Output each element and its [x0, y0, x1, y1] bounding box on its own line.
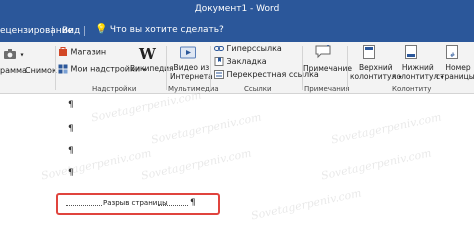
online-video-button[interactable]	[180, 46, 196, 59]
bookmark-icon	[214, 57, 224, 66]
ribbon-insert: ▾ рамма Снимок ▾ Магазин Мои надстройки …	[0, 42, 474, 94]
watermark: Sovetagerpeniv.com	[329, 110, 443, 147]
hyperlink-button[interactable]: Гиперссылка	[214, 44, 282, 53]
group-separator	[210, 46, 211, 90]
pictures-label: рамма	[0, 66, 27, 75]
page-number-icon: #	[446, 45, 458, 59]
lightbulb-icon: 💡	[95, 24, 108, 35]
page-number-button[interactable]: #	[446, 45, 458, 59]
paragraph-mark: ¶	[68, 100, 74, 110]
footer-button[interactable]	[405, 45, 417, 59]
camera-icon	[4, 49, 16, 59]
chevron-down-icon: ▾	[20, 51, 24, 59]
group-separator	[55, 46, 56, 90]
paragraph-mark: ¶	[68, 146, 74, 156]
watermark: Sovetagerpeniv.com	[39, 146, 153, 183]
store-button[interactable]: Магазин	[58, 47, 106, 57]
online-video-label: Видео из Интернета	[170, 63, 213, 81]
new-comment-button[interactable]	[315, 45, 331, 59]
cross-reference-icon	[214, 70, 224, 79]
group-separator	[347, 46, 348, 90]
watermark: Sovetagerpeniv.com	[149, 110, 263, 147]
group-separator	[166, 46, 167, 90]
tab-view[interactable]: Вид	[62, 26, 80, 36]
page-break-highlight: Разрыв страницы ¶	[56, 193, 220, 215]
addins-icon	[58, 64, 68, 74]
tab-separator	[84, 26, 85, 36]
tell-me-box[interactable]: 💡 Что вы хотите сделать?	[95, 24, 224, 35]
screenshot-button[interactable]: ▾	[0, 48, 24, 60]
group-headerfooter-label: Колонтиту	[392, 85, 432, 93]
hyperlink-icon	[214, 46, 224, 51]
wikipedia-icon[interactable]: W	[139, 45, 156, 63]
tell-me-label: Что вы хотите сделать?	[109, 25, 224, 35]
svg-text:#: #	[450, 52, 455, 59]
tab-separator	[52, 26, 53, 36]
document-page[interactable]: Sovetagerpeniv.com Sovetagerpeniv.com So…	[0, 88, 474, 240]
bookmark-button[interactable]: Закладка	[214, 57, 267, 66]
watermark: Sovetagerpeniv.com	[319, 146, 433, 183]
page-break-line	[158, 205, 188, 206]
ribbon-tab-bar: ецензирование Вид 💡 Что вы хотите сделат…	[0, 20, 474, 42]
group-addins-label: Надстройки	[92, 85, 137, 93]
watermark: Sovetagerpeniv.com	[89, 88, 203, 125]
page-number-label: Номер страницы ▾	[436, 63, 474, 81]
footer-icon	[405, 45, 417, 59]
screenshot-label: Снимок ▾	[25, 66, 62, 75]
word-window: Документ1 - Word ецензирование Вид 💡 Что…	[0, 0, 474, 240]
paragraph-mark: ¶	[68, 124, 74, 134]
paragraph-mark: ¶	[190, 198, 196, 208]
window-title: Документ1 - Word	[194, 4, 280, 14]
watermark: Sovetagerpeniv.com	[139, 146, 253, 183]
title-bar: Документ1 - Word	[0, 0, 474, 20]
comment-label: Примечание	[303, 64, 352, 73]
page-break-line	[66, 205, 102, 206]
header-button[interactable]	[363, 45, 375, 59]
group-comments-label: Примечания	[304, 85, 350, 93]
group-links-label: Ссылки	[244, 85, 272, 93]
paragraph-mark: ¶	[68, 168, 74, 178]
comment-icon	[315, 45, 331, 59]
store-icon	[59, 47, 67, 56]
header-icon	[363, 45, 375, 59]
video-icon	[180, 46, 196, 59]
watermark: Sovetagerpeniv.com	[249, 186, 363, 223]
